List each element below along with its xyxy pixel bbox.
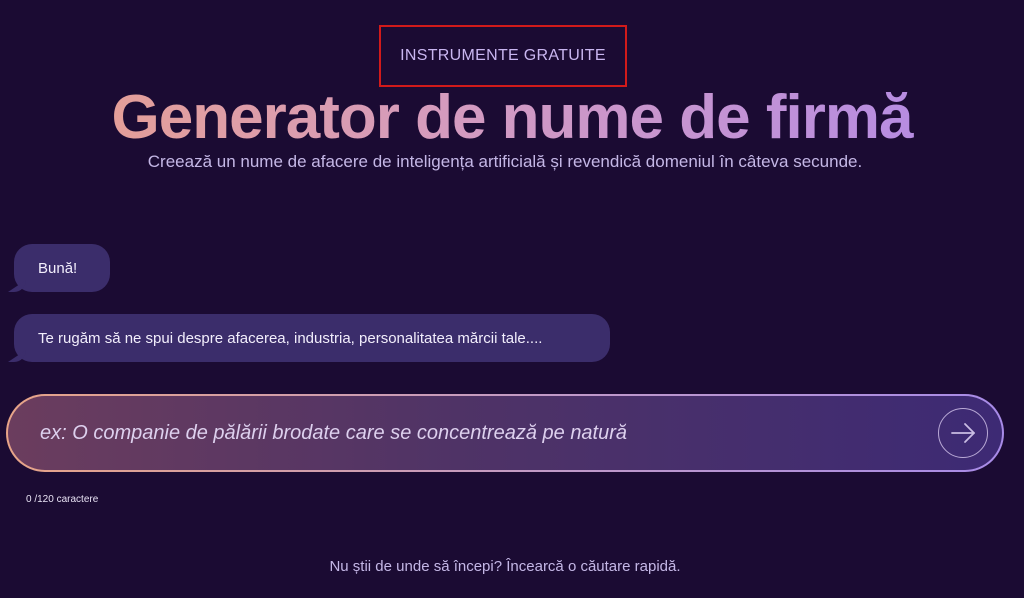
eyebrow-label: INSTRUMENTE GRATUITE	[400, 47, 606, 64]
eyebrow-highlight-box: INSTRUMENTE GRATUITE	[379, 25, 627, 87]
arrow-right-icon	[951, 423, 975, 443]
business-description-inner	[8, 396, 1002, 470]
chat-bubble-greeting: Bună!	[14, 244, 110, 292]
chat-bubble-prompt: Te rugăm să ne spui despre afacerea, ind…	[14, 314, 610, 362]
quick-search-hint[interactable]: Nu știi de unde să începi? Încearcă o că…	[0, 558, 1010, 575]
page: INSTRUMENTE GRATUITE Generator de nume d…	[0, 0, 1024, 598]
chat-bubble-text: Bună!	[38, 259, 78, 277]
business-description-input[interactable]	[38, 420, 938, 446]
chat-bubble-text: Te rugăm să ne spui despre afacerea, ind…	[38, 329, 543, 347]
page-subtitle: Creează un nume de afacere de inteligenț…	[147, 152, 863, 171]
business-description-box	[6, 394, 1004, 472]
character-counter: 0 /120 caractere	[26, 494, 99, 505]
send-button[interactable]	[938, 408, 988, 458]
page-title: Generator de nume de firmă	[0, 82, 1024, 154]
